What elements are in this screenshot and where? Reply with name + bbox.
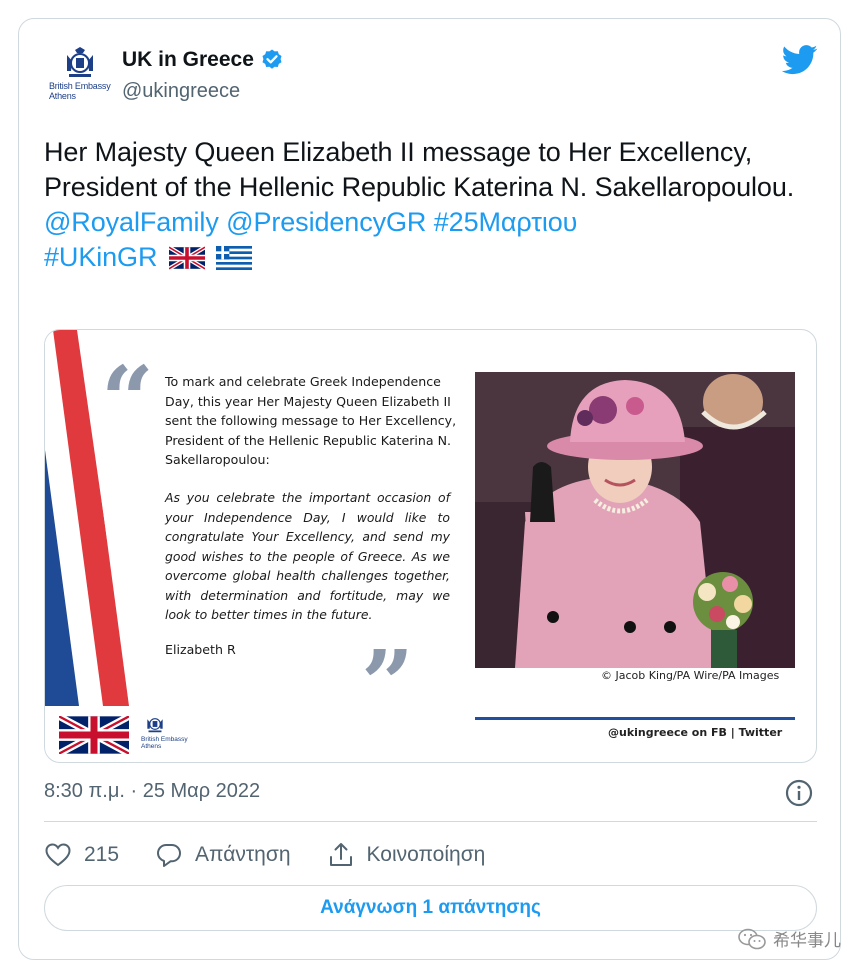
uk-flag-icon	[59, 716, 129, 754]
read-replies-button[interactable]: Ανάγνωση 1 απάντησης	[44, 885, 817, 931]
photo-credit: © Jacob King/PA Wire/PA Images	[601, 669, 780, 682]
queen-photo	[475, 372, 795, 668]
heart-icon	[45, 843, 71, 867]
hashtag-ukingr-link[interactable]: #UKinGR	[44, 242, 157, 272]
share-label: Κοινοποίηση	[366, 843, 486, 866]
action-bar: 215 Απάντηση Κοινοποίηση	[44, 837, 521, 873]
reply-label: Απάντηση	[195, 843, 291, 866]
like-button[interactable]: 215	[44, 841, 119, 869]
letter-intro: To mark and celebrate Greek Independence…	[165, 374, 457, 467]
uk-flag-emoji-icon	[168, 246, 205, 270]
tweet-card: British Embassy Athens UK in Greece @uki…	[18, 18, 841, 960]
info-icon[interactable]	[784, 778, 814, 808]
greece-flag-emoji-icon	[216, 246, 253, 270]
tweet-body-text: Her Majesty Queen Elizabeth II message t…	[44, 137, 795, 202]
embassy-logo: British Embassy Athens	[141, 714, 201, 754]
twitter-bird-icon[interactable]	[782, 45, 818, 75]
avatar-caption: British Embassy Athens	[49, 81, 111, 101]
hashtag-25martiou-link[interactable]: #25Μαρτιου	[434, 207, 578, 237]
like-count: 215	[84, 843, 120, 866]
embassy-caption: British Embassy Athens	[141, 736, 188, 750]
verified-badge-icon	[262, 49, 282, 69]
watermark-text: 希华事儿	[773, 931, 841, 950]
open-quote-mark: “	[101, 346, 154, 454]
display-name[interactable]: UK in Greece	[122, 48, 254, 72]
share-button[interactable]: Κοινοποίηση	[327, 841, 486, 869]
letter-signature: Elizabeth R	[165, 642, 236, 657]
divider	[44, 821, 817, 822]
social-credit: @ukingreece on FB | Twitter	[608, 726, 783, 739]
tweet-timestamp[interactable]: 8:30 π.μ. · 25 Μαρ 2022	[44, 780, 260, 803]
author-name-row[interactable]: UK in Greece	[122, 48, 284, 72]
wechat-icon	[738, 928, 766, 949]
reply-button[interactable]: Απάντηση	[155, 841, 291, 869]
share-icon	[329, 843, 352, 866]
reply-icon	[157, 844, 182, 867]
wechat-watermark: 希华事儿	[737, 926, 841, 951]
mention-presidencygr-link[interactable]: @PresidencyGR	[226, 207, 426, 237]
author-handle[interactable]: @ukingreece	[122, 80, 240, 103]
media-image[interactable]: “ To mark and celebrate Greek Independen…	[44, 329, 817, 763]
close-quote-mark: ”	[361, 630, 414, 738]
blue-divider	[475, 717, 795, 720]
letter-body: As you celebrate the important occasion …	[165, 490, 450, 622]
mention-royalfamily-link[interactable]: @RoyalFamily	[44, 207, 219, 237]
royal-crest-small-icon	[147, 718, 163, 733]
tweet-text: Her Majesty Queen Elizabeth II message t…	[44, 135, 834, 275]
avatar[interactable]: British Embassy Athens	[45, 47, 117, 107]
royal-crest-icon	[67, 47, 93, 77]
